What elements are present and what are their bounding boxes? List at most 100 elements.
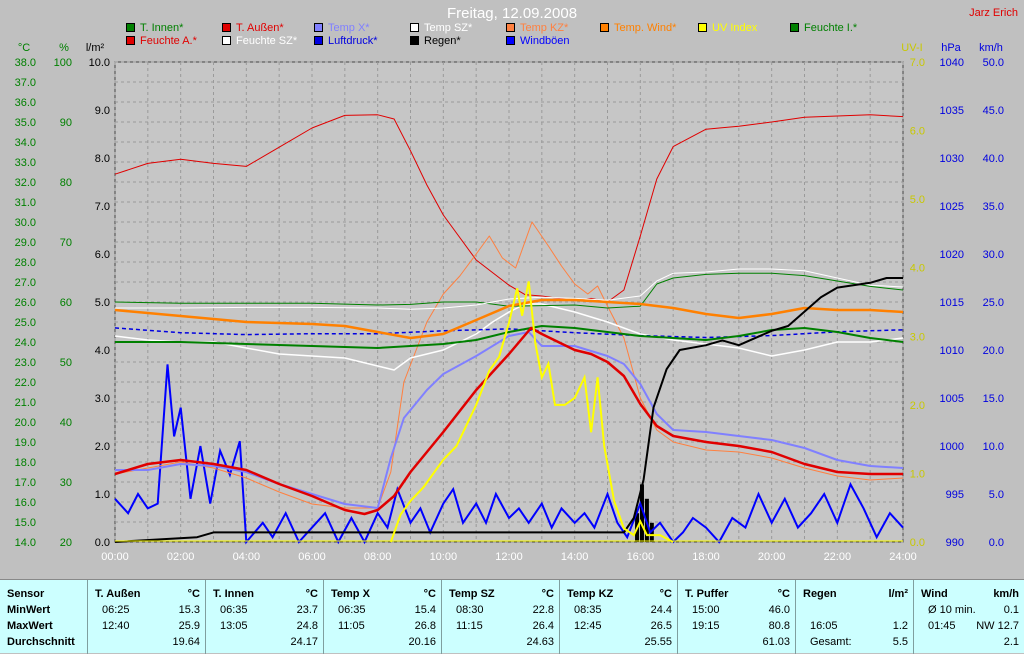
wind-tick-label: 0.0 (989, 537, 1004, 549)
stats-row-label: Durchschnitt (7, 636, 75, 648)
stats-value: 2.1 (1003, 636, 1019, 648)
time-tick-label: 12:00 (495, 551, 523, 563)
stats-time: 06:35 (338, 604, 366, 616)
stats-unit: l/m² (888, 588, 908, 600)
pressure-tick-label: 995 (946, 489, 964, 501)
legend-swatch (410, 36, 419, 45)
temp-tick-label: 18.0 (15, 457, 36, 469)
stats-column: Temp SZ °C 08:30 22.8 11:15 26.4 24.63 (442, 580, 560, 654)
time-tick-label: 14:00 (561, 551, 589, 563)
stats-column: Sensor MinWert MaxWert Durchschnitt (0, 580, 88, 654)
rain-tick-label: 9.0 (95, 105, 110, 117)
stats-value: 26.5 (650, 620, 672, 632)
pressure-tick-label: 1020 (940, 249, 964, 261)
legend-label: Regen* (424, 35, 461, 47)
uv-tick-label: 0.0 (910, 537, 925, 549)
rain-tick-label: 6.0 (95, 249, 110, 261)
stats-value: NW 12.7 (976, 620, 1019, 632)
pressure-tick-label: 1025 (940, 201, 964, 213)
stats-column: T. Außen °C 06:25 15.3 12:40 25.9 19.64 (88, 580, 206, 654)
legend-swatch (698, 23, 707, 32)
humidity-tick-label: 80 (60, 177, 72, 189)
stats-time: 08:30 (456, 604, 484, 616)
rain-tick-label: 0.0 (95, 537, 110, 549)
legend-item: Feuchte SZ* (222, 35, 297, 47)
stats-column: Temp X °C 06:35 15.4 11:05 26.8 20.16 (324, 580, 442, 654)
stats-value: 26.4 (532, 620, 554, 632)
legend-label: T. Außen* (236, 22, 284, 34)
stats-value: 24.63 (526, 636, 554, 648)
stats-unit: °C (659, 588, 672, 600)
temp-tick-label: 27.0 (15, 277, 36, 289)
pressure-tick-label: 1010 (940, 345, 964, 357)
statistics-table: Sensor MinWert MaxWert Durchschnitt T. Außen… (0, 579, 1024, 654)
legend-swatch (410, 23, 419, 32)
wind-tick-label: 30.0 (983, 249, 1004, 261)
stats-unit: °C (541, 588, 554, 600)
stats-column: Wind km/h Ø 10 min. 0.1 01:45 NW 12.7 2.1 (914, 580, 1024, 654)
pressure-tick-label: 1035 (940, 105, 964, 117)
legend-swatch (506, 23, 515, 32)
time-tick-label: 24:00 (889, 551, 917, 563)
uv-tick-label: 2.0 (910, 400, 925, 412)
stats-time: Gesamt: (810, 636, 852, 648)
humidity-tick-label: 20 (60, 537, 72, 549)
temp-tick-label: 19.0 (15, 437, 36, 449)
stats-time: 11:15 (456, 620, 483, 632)
stats-header: T. Außen (95, 588, 141, 600)
time-tick-label: 18:00 (692, 551, 720, 563)
stats-time: 01:45 (928, 620, 956, 632)
temp-tick-label: 24.0 (15, 337, 36, 349)
stats-row-label: MaxWert (7, 620, 53, 632)
legend-item: Temp X* (314, 22, 370, 34)
legend-item: Windböen (506, 35, 570, 47)
weather-chart: 38.037.036.035.034.033.032.031.030.029.0… (0, 0, 1024, 578)
time-tick-label: 00:00 (101, 551, 129, 563)
rain-tick-label: 5.0 (95, 297, 110, 309)
temp-tick-label: 36.0 (15, 97, 36, 109)
legend-swatch (222, 23, 231, 32)
stats-column: Regen l/m² 16:05 1.2 Gesamt: 5.5 (796, 580, 914, 654)
legend-label: Windböen (520, 35, 570, 47)
time-tick-label: 22:00 (824, 551, 852, 563)
stats-unit: °C (423, 588, 436, 600)
legend-swatch (222, 36, 231, 45)
temp-tick-label: 23.0 (15, 357, 36, 369)
legend-label: Feuchte A.* (140, 35, 197, 47)
legend-swatch (314, 36, 323, 45)
legend-label: Feuchte SZ* (236, 35, 298, 47)
humidity-tick-label: 70 (60, 237, 72, 249)
time-tick-label: 16:00 (627, 551, 655, 563)
stats-time: 08:35 (574, 604, 602, 616)
wind-tick-label: 15.0 (983, 393, 1004, 405)
legend-label: Temp X* (328, 22, 370, 34)
uv-tick-label: 5.0 (910, 194, 925, 206)
stats-time: 15:00 (692, 604, 720, 616)
temp-tick-label: 14.0 (15, 537, 36, 549)
stats-column: T. Innen °C 06:35 23.7 13:05 24.8 24.17 (206, 580, 324, 654)
stats-value: 24.4 (650, 604, 672, 616)
time-tick-label: 20:00 (758, 551, 786, 563)
legend-swatch (126, 23, 135, 32)
stats-time: 12:45 (574, 620, 602, 632)
stats-header: Regen (803, 588, 837, 600)
uv-tick-label: 3.0 (910, 331, 925, 343)
legend-item: Temp. Wind* (600, 22, 676, 34)
uv-tick-label: 4.0 (910, 263, 925, 275)
temp-tick-label: 20.0 (15, 417, 36, 429)
stats-value: 20.16 (408, 636, 436, 648)
rain-tick-label: 3.0 (95, 393, 110, 405)
wind-tick-label: 5.0 (989, 489, 1004, 501)
humidity-tick-label: 40 (60, 417, 72, 429)
wind-tick-label: 20.0 (983, 345, 1004, 357)
stats-value: 19.64 (172, 636, 200, 648)
temp-tick-label: 22.0 (15, 377, 36, 389)
stats-time: 06:25 (102, 604, 130, 616)
time-tick-label: 06:00 (298, 551, 326, 563)
stats-value: 24.17 (290, 636, 318, 648)
temp-tick-label: 34.0 (15, 137, 36, 149)
time-tick-label: 02:00 (167, 551, 195, 563)
stats-value: 61.03 (762, 636, 790, 648)
uv-tick-label: 6.0 (910, 126, 925, 138)
temp-tick-label: 31.0 (15, 197, 36, 209)
